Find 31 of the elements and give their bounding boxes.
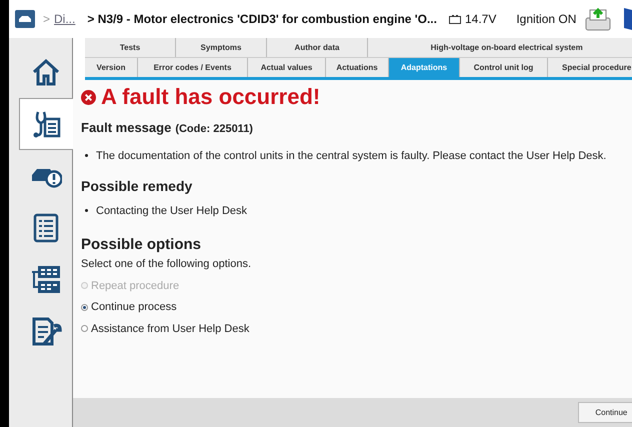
section-heading: Possible options xyxy=(81,234,202,254)
fault-code: (Code: 225011) xyxy=(175,122,253,137)
bullet-icon xyxy=(85,209,88,212)
radio-button[interactable] xyxy=(81,325,88,332)
continue-button[interactable]: Continue xyxy=(578,402,632,423)
page-title: > N3/9 - Motor electronics 'CDID3' for combustion engine 'O... xyxy=(87,11,437,28)
option-label: Assistance from User Help Desk xyxy=(91,322,250,336)
option-label: Repeat procedure xyxy=(91,278,180,294)
section-heading: Fault message xyxy=(81,119,172,137)
sidebar-item[interactable] xyxy=(19,98,73,150)
ignition-status: Ignition ON xyxy=(516,11,576,28)
message-text: The documentation of the control units in the central system is faulty. Please contact the User Help Desk. xyxy=(96,148,606,164)
radio-button[interactable] xyxy=(81,304,88,311)
bullet-icon xyxy=(85,154,88,156)
home-icon xyxy=(30,58,60,86)
voltage-text: 14.7V xyxy=(464,11,496,28)
section-heading: Possible remedy xyxy=(81,177,194,196)
list-icon xyxy=(32,213,58,243)
message-text: Contacting the User Help Desk xyxy=(96,204,248,219)
error-icon xyxy=(81,90,96,104)
car-logo-icon[interactable] xyxy=(15,10,35,28)
error-title: A fault has occurred! xyxy=(101,86,320,108)
instruction-text: Select one of the following options. xyxy=(81,257,252,272)
diagnosis-icon xyxy=(32,109,62,139)
document-wrench-icon xyxy=(30,316,62,348)
breadcrumb-link[interactable]: Di... xyxy=(54,10,76,28)
network-grid-icon xyxy=(30,264,62,296)
option-label: Continue process xyxy=(91,300,177,315)
breadcrumb-separator: > xyxy=(43,11,50,28)
printer-upload-icon[interactable] xyxy=(584,6,612,32)
battery-icon xyxy=(448,14,461,24)
